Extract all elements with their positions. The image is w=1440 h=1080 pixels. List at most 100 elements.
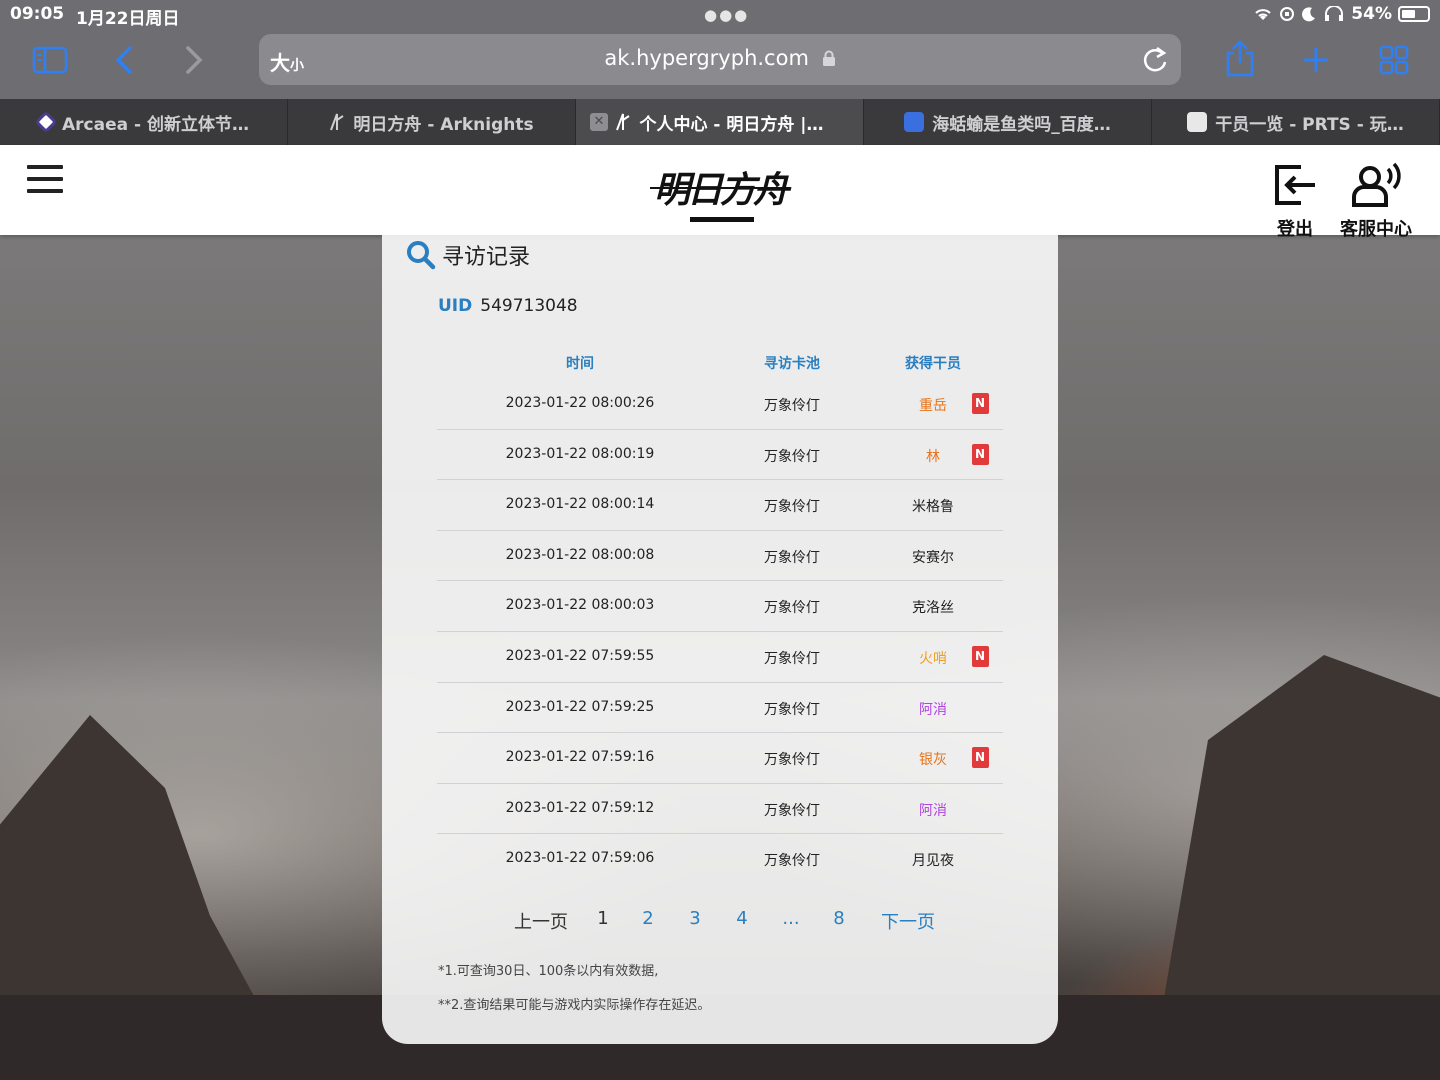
url-display[interactable]: ak.hypergryph.com [259,46,1181,70]
table-row: 2023-01-22 08:00:14 万象伶仃 米格鲁 [437,480,1003,531]
sidebar-toggle-button[interactable] [30,40,70,80]
forward-button[interactable] [178,40,210,80]
logout-button[interactable]: 登出 [1255,159,1335,241]
row-time: 2023-01-22 07:59:12 [505,799,655,816]
column-header-time: 时间 [566,356,594,372]
section-title: 寻访记录 [406,239,530,271]
reload-icon [1143,46,1167,72]
arcaea-favicon-icon [34,110,58,134]
row-pool: 万象伶仃 [764,549,820,566]
records-table: 时间 寻访卡池 获得干员 2023-01-22 08:00:26 万象伶仃 重岳 N 2… [437,343,1003,885]
new-badge: N [971,393,989,414]
page-4-button[interactable]: 4 [724,908,760,934]
support-label: 客服中心 [1340,219,1412,240]
new-badge: N [971,443,989,465]
tab-label: 个人中心 - 明日方舟 |… [639,114,824,135]
row-operator: 林 [926,448,940,465]
row-pool: 万象伶仃 [764,853,820,870]
new-badge-label: N [971,645,989,667]
support-button[interactable]: 客服中心 [1336,159,1416,241]
page-ellipsis: ... [782,908,800,929]
column-header-operator: 获得干员 [905,356,961,372]
uid-display: UID 549713048 [438,296,578,316]
chevron-left-icon [115,46,132,74]
row-pool: 万象伶仃 [764,752,820,769]
site-header: 明日方舟 登出 客服中心 [0,145,1440,240]
support-agent-icon [1352,162,1401,207]
battery-percent: 54% [1351,4,1392,24]
page-1-button[interactable]: 1 [576,908,630,934]
row-time: 2023-01-22 08:00:08 [505,546,655,563]
table-row: 2023-01-22 08:00:08 万象伶仃 安赛尔 [437,531,1003,582]
rotation-lock-icon [1280,7,1295,21]
lock-icon [822,50,835,66]
table-row: 2023-01-22 07:59:06 万象伶仃 月见夜 [437,834,1003,885]
table-row: 2023-01-22 07:59:25 万象伶仃 阿消 [437,683,1003,734]
status-date: 1月22日周日 [76,9,180,29]
page-8-button[interactable]: 8 [822,908,856,934]
wifi-icon [1255,9,1271,20]
row-pool: 万象伶仃 [764,802,820,819]
share-icon [1226,40,1254,77]
new-tab-button[interactable] [1298,40,1334,80]
battery-fill [1402,10,1415,18]
tab-label: 明日方舟 - Arknights [353,114,534,135]
table-row: 2023-01-22 07:59:55 万象伶仃 火哨 N [437,632,1003,683]
table-header: 时间 寻访卡池 获得干员 [437,343,1003,379]
new-badge-label: N [971,393,989,414]
browser-chrome: 09:05 1月22日周日 ●●● 54% 大小 ak.hypergryph.c… [0,0,1440,99]
prev-page-button[interactable]: 上一页 [506,908,576,934]
row-time: 2023-01-22 08:00:14 [505,496,655,513]
notes: *1.可查询30日、100条以内有效数据, **2.查询结果可能与游戏内实际操作… [438,955,710,1023]
new-badge-label: N [971,443,989,465]
tab-prts[interactable]: 干员一览 - PRTS - 玩… [1152,99,1440,145]
page-2-button[interactable]: 2 [630,908,666,934]
tab-profile[interactable]: ✕ 个人中心 - 明日方舟 |… [576,99,864,145]
menu-icon[interactable] [27,165,63,193]
column-header-pool: 寻访卡池 [764,356,820,372]
sidebar-icon [32,46,68,74]
status-bar: 09:05 1月22日周日 ●●● 54% [10,4,1430,29]
status-right: 54% [1253,4,1430,24]
table-row: 2023-01-22 07:59:16 万象伶仃 银灰 N [437,733,1003,784]
multitask-dots[interactable]: ●●● [704,6,749,24]
next-page-button[interactable]: 下一页 [856,908,960,934]
tab-bar: Arcaea - 创新立体节… 明日方舟 - Arknights ✕ 个人中心 … [0,99,1440,145]
page-3-button[interactable]: 3 [666,908,724,934]
table-row: 2023-01-22 07:59:12 万象伶仃 阿消 [437,784,1003,835]
url-text: ak.hypergryph.com [604,46,809,70]
address-bar[interactable]: 大小 ak.hypergryph.com [259,34,1181,85]
row-pool: 万象伶仃 [764,650,820,667]
row-pool: 万象伶仃 [764,600,820,617]
logo-text: 明日方舟 [653,169,789,211]
tab-overview-button[interactable] [1376,40,1412,80]
row-operator: 重岳 [919,398,947,414]
row-time: 2023-01-22 08:00:03 [505,597,655,614]
row-time: 2023-01-22 07:59:16 [505,749,655,766]
row-operator: 阿消 [919,701,947,718]
reload-button[interactable] [1141,44,1169,78]
row-operator: 阿消 [919,802,947,819]
back-button[interactable] [108,40,140,80]
logo-underline [690,217,754,222]
tab-arcaea[interactable]: Arcaea - 创新立体节… [0,99,288,145]
uid-value: 549713048 [480,296,578,316]
uid-label: UID [438,296,473,316]
row-pool: 万象伶仃 [764,398,820,414]
tab-label: 海蛞蝓是鱼类吗_百度… [932,114,1111,135]
table-row: 2023-01-22 08:00:03 万象伶仃 克洛丝 [437,581,1003,632]
tab-baidu[interactable]: 海蛞蝓是鱼类吗_百度… [864,99,1152,145]
share-button[interactable] [1222,38,1258,78]
note-2: **2.查询结果可能与游戏内实际操作存在延迟。 [438,998,711,1013]
row-operator: 银灰 [919,752,947,769]
row-pool: 万象伶仃 [764,499,820,516]
row-time: 2023-01-22 07:59:55 [505,647,655,664]
close-tab-icon[interactable]: ✕ [590,113,608,131]
row-operator: 安赛尔 [912,549,954,566]
row-pool: 万象伶仃 [764,701,820,718]
site-logo[interactable]: 明日方舟 [650,153,790,225]
tabs-grid-icon [1379,45,1409,75]
logout-label: 登出 [1277,219,1313,240]
tab-arknights[interactable]: 明日方舟 - Arknights [288,99,576,145]
battery-icon [1398,6,1430,22]
